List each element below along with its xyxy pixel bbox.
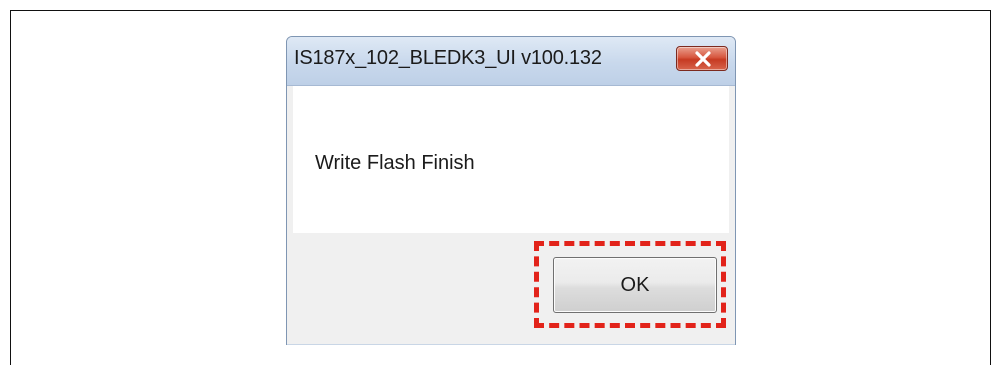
highlight-annotation — [534, 241, 726, 328]
dialog-message: Write Flash Finish — [315, 152, 475, 174]
dialog-title: IS187x_102_BLEDK3_UI v100.132 — [294, 47, 602, 69]
close-button[interactable] — [676, 46, 728, 71]
message-dialog: IS187x_102_BLEDK3_UI v100.132 Write Flas… — [286, 36, 736, 345]
dialog-titlebar[interactable]: IS187x_102_BLEDK3_UI v100.132 — [287, 37, 735, 86]
dialog-edge — [287, 344, 735, 345]
dialog-content: Write Flash Finish — [293, 86, 729, 233]
close-x-icon — [695, 51, 711, 67]
